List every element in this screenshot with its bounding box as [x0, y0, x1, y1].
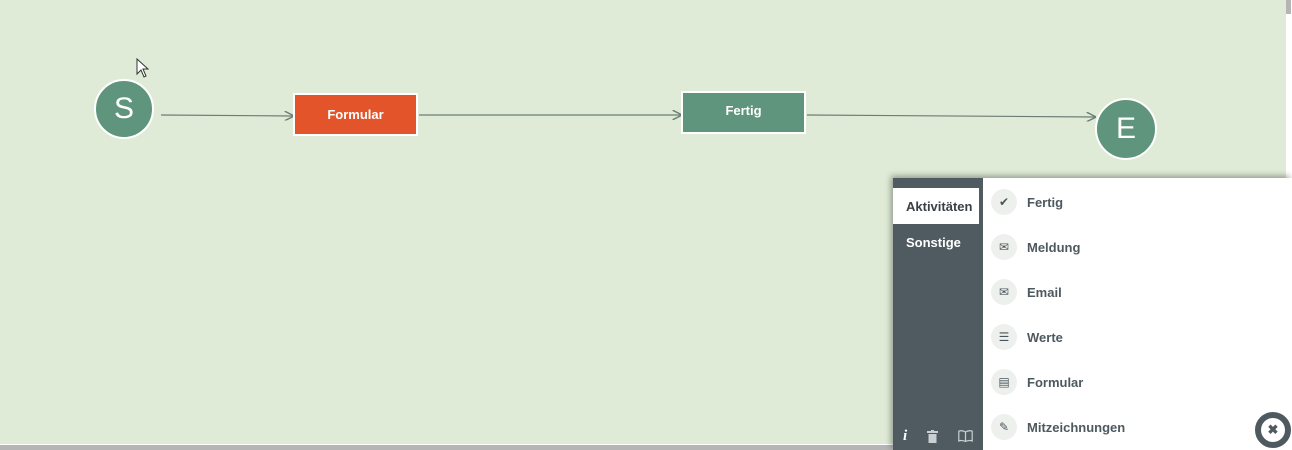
start-node[interactable]: S [94, 79, 154, 139]
end-node-label: E [1115, 112, 1136, 145]
mouse-cursor-icon [136, 58, 150, 78]
book-icon[interactable] [958, 430, 973, 442]
list-icon: ☰ [991, 324, 1017, 350]
edge-fertig-end [806, 115, 1095, 117]
end-node[interactable]: E [1095, 98, 1157, 160]
list-item-label: Mitzeichnungen [1027, 419, 1126, 435]
list-item-email[interactable]: ✉ Email [991, 277, 1281, 307]
list-item-formular[interactable]: ▤ Formular [991, 367, 1281, 397]
document-icon: ▤ [991, 369, 1017, 395]
check-icon: ✔ [991, 189, 1017, 215]
tab-aktivitaeten[interactable]: Aktivitäten [893, 188, 979, 224]
signature-icon: ✎ [991, 414, 1017, 440]
formular-node-label: Formular [327, 107, 384, 122]
start-node-label: S [113, 92, 134, 125]
palette-sidebar: Aktivitäten Sonstige i [893, 178, 983, 450]
edge-start-formular [160, 115, 293, 116]
envelope-icon: ✉ [991, 234, 1017, 260]
close-panel-button[interactable]: ✖ [1253, 410, 1292, 450]
trash-icon[interactable] [927, 429, 939, 443]
fertig-node[interactable]: Fertig [681, 91, 806, 134]
list-item-label: Meldung [1027, 239, 1081, 255]
list-item-label: Werte [1027, 329, 1063, 345]
horizontal-scroll-thumb[interactable] [0, 445, 895, 450]
fertig-node-label: Fertig [725, 103, 762, 118]
close-icon: ✖ [1261, 418, 1285, 442]
list-item-fertig[interactable]: ✔ Fertig [991, 187, 1281, 217]
list-item-label: Fertig [1027, 194, 1064, 210]
activity-palette-panel: Aktivitäten Sonstige i ✔ Fertig ✉ Meldun… [893, 178, 1292, 450]
tab-sonstige[interactable]: Sonstige [893, 224, 979, 260]
list-item-werte[interactable]: ☰ Werte [991, 322, 1281, 352]
list-item-meldung[interactable]: ✉ Meldung [991, 232, 1281, 262]
formular-node[interactable]: Formular [293, 93, 418, 136]
list-item-mitzeichnungen[interactable]: ✎ Mitzeichnungen [991, 412, 1281, 442]
envelope-icon: ✉ [991, 279, 1017, 305]
info-icon[interactable]: i [903, 428, 907, 445]
activity-list: ✔ Fertig ✉ Meldung ✉ Email ☰ Werte ▤ For… [983, 178, 1292, 450]
vertical-scroll-thumb[interactable] [1286, 0, 1291, 14]
palette-footer-icons: i [893, 422, 983, 450]
list-item-label: Formular [1027, 374, 1084, 390]
list-item-label: Email [1027, 284, 1062, 300]
